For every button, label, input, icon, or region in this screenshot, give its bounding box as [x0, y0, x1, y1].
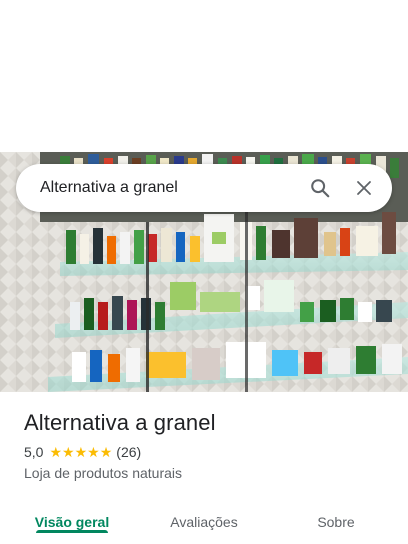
star-icon: ★ — [74, 444, 88, 460]
search-icon — [311, 179, 330, 198]
star-icon: ★ — [49, 444, 63, 460]
rating-value: 5,0 — [24, 444, 44, 460]
star-icon: ★ — [99, 444, 113, 460]
tab-reviews[interactable]: Avaliações — [148, 500, 260, 544]
star-rating: ★ ★ ★ ★ ★ — [49, 445, 112, 459]
star-icon: ★ — [87, 444, 100, 460]
place-title: Alternativa a granel — [24, 410, 216, 435]
search-input[interactable] — [16, 164, 298, 212]
place-info-panel: Alternativa a granel 5,0 ★ ★ ★ ★ ★ (26) … — [0, 392, 408, 544]
tab-overview[interactable]: Visão geral — [16, 500, 128, 544]
search-bar — [16, 164, 392, 212]
active-tab-indicator — [36, 530, 108, 533]
close-icon — [357, 181, 371, 195]
star-icon: ★ — [62, 444, 75, 460]
clear-search-button[interactable] — [342, 164, 386, 212]
place-page: Alternativa a granel 5,0 ★ ★ ★ ★ ★ (26) … — [0, 0, 408, 544]
search-button[interactable] — [298, 164, 342, 212]
rating-row[interactable]: 5,0 ★ ★ ★ ★ ★ (26) — [24, 444, 141, 460]
review-count: (26) — [116, 444, 142, 460]
place-tabs: Visão geral Avaliações Sobre — [0, 500, 408, 544]
tab-about[interactable]: Sobre — [280, 500, 392, 544]
place-category: Loja de produtos naturais — [24, 465, 182, 481]
